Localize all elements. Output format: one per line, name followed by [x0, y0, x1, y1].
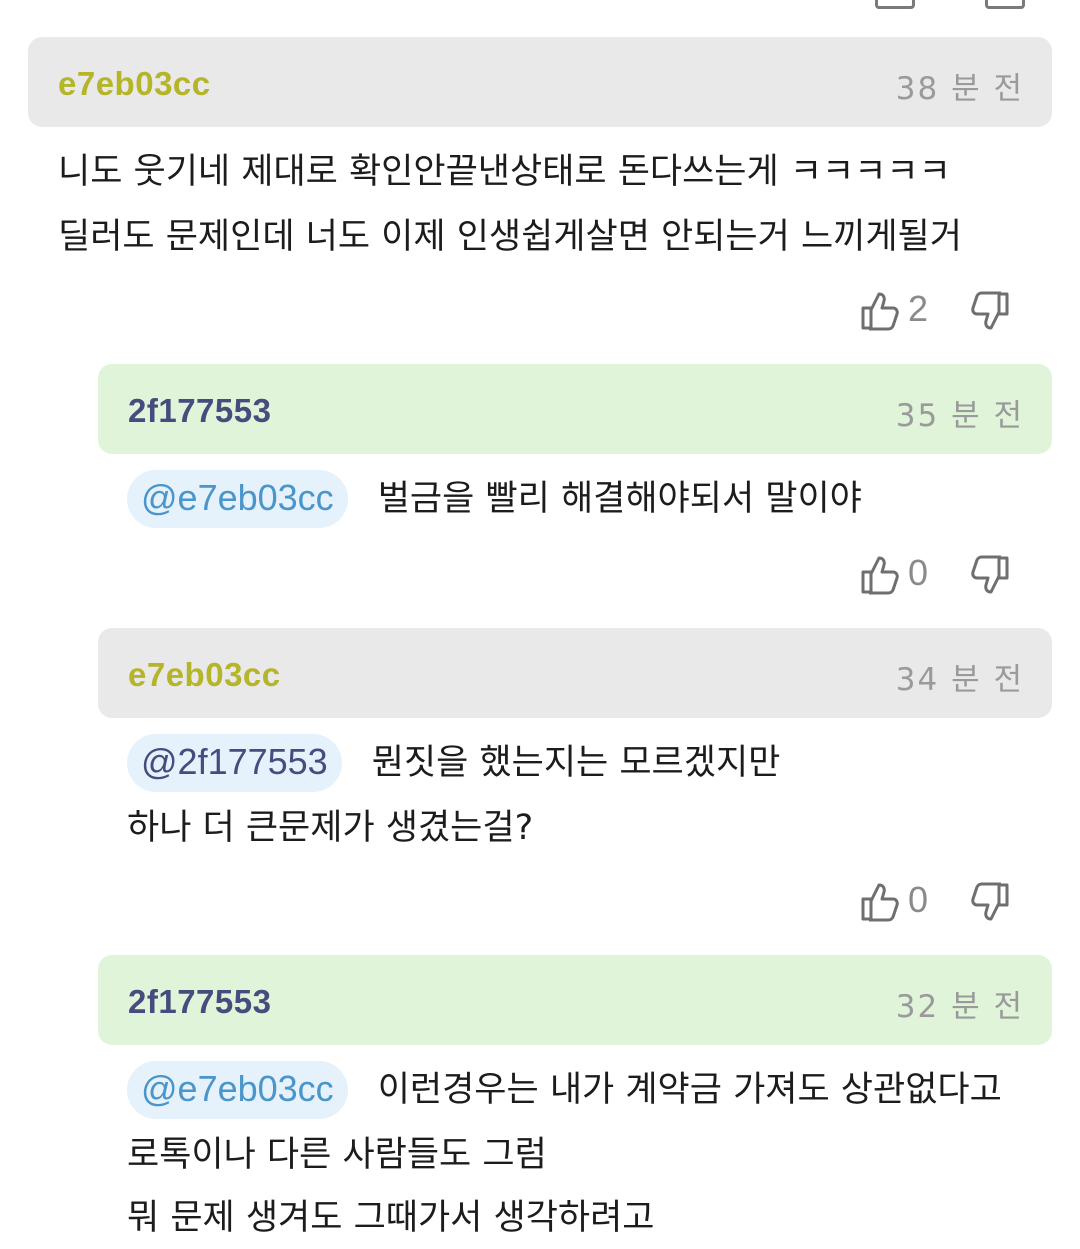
comment-author[interactable]: 2f177553	[128, 392, 271, 430]
comment-timestamp: 35 분 전	[895, 398, 1024, 434]
reply-header: e7eb03cc 34 분 전	[98, 628, 1052, 718]
comment-votes: 2	[860, 286, 1030, 336]
thumbs-up-icon	[861, 883, 899, 922]
comment-author[interactable]: e7eb03cc	[128, 656, 281, 694]
comment-text: 니도 웃기네 제대로 확인안끝낸상태로 돈다쓰는게 ㅋㅋㅋㅋㅋ	[58, 152, 951, 192]
comment-text: 벌금을 빨리 해결해야되서 말이야	[377, 479, 862, 519]
reply-header: 2f177553 35 분 전	[98, 364, 1052, 454]
comment-timestamp: 32 분 전	[895, 989, 1024, 1025]
dislike-button[interactable]	[970, 550, 1010, 600]
comment-text: 딜러도 문제인데 너도 이제 인생쉽게살면 안되는거 느끼게될거	[58, 217, 962, 257]
like-count: 0	[908, 552, 929, 593]
comment-votes: 0	[860, 877, 1030, 927]
thumbs-down-icon	[971, 882, 1009, 921]
reply-header: 2f177553 32 분 전	[98, 955, 1052, 1045]
thumbs-up-icon	[861, 292, 899, 331]
thumbs-up-icon	[861, 556, 899, 595]
thumbs-up-icon[interactable]	[875, 0, 915, 9]
comment-text: 하나 더 큰문제가 생겼는걸?	[127, 808, 534, 848]
comment-text-line: @e7eb03cc 벌금을 빨리 해결해야되서 말이야	[127, 470, 862, 528]
dislike-button[interactable]	[970, 286, 1010, 336]
comment-text-line: @2f177553 뭔짓을 했는지는 모르겠지만	[127, 734, 780, 792]
like-count: 0	[908, 879, 929, 920]
mention-tag[interactable]: @e7eb03cc	[127, 1061, 348, 1119]
mention-tag[interactable]: @e7eb03cc	[127, 470, 348, 528]
comment-votes: 0	[860, 550, 1030, 600]
comment-header: e7eb03cc 38 분 전	[28, 37, 1052, 127]
comment-text: 뭔짓을 했는지는 모르겠지만	[371, 743, 781, 783]
like-count: 2	[908, 288, 929, 329]
previous-comment-votes	[0, 0, 1080, 10]
comment-text-line: @e7eb03cc 이런경우는 내가 계약금 가져도 상관없다고	[127, 1061, 1002, 1119]
dislike-button[interactable]	[970, 877, 1010, 927]
comment-timestamp: 34 분 전	[895, 662, 1024, 698]
like-button[interactable]: 0	[860, 877, 960, 927]
like-button[interactable]: 2	[860, 286, 960, 336]
comment-timestamp: 38 분 전	[895, 71, 1024, 107]
comment-text: 로톡이나 다른 사람들도 그럼	[127, 1135, 547, 1175]
like-button[interactable]: 0	[860, 550, 960, 600]
thumbs-down-icon[interactable]	[985, 0, 1025, 9]
comment-author[interactable]: 2f177553	[128, 983, 271, 1021]
comment-text: 이런경우는 내가 계약금 가져도 상관없다고	[377, 1070, 1002, 1110]
comment-author[interactable]: e7eb03cc	[58, 65, 211, 103]
thumbs-down-icon	[971, 555, 1009, 594]
thumbs-down-icon	[971, 291, 1009, 330]
comment-text: 뭐 문제 생겨도 그때가서 생각하려고	[127, 1198, 655, 1238]
mention-tag[interactable]: @2f177553	[127, 734, 342, 792]
